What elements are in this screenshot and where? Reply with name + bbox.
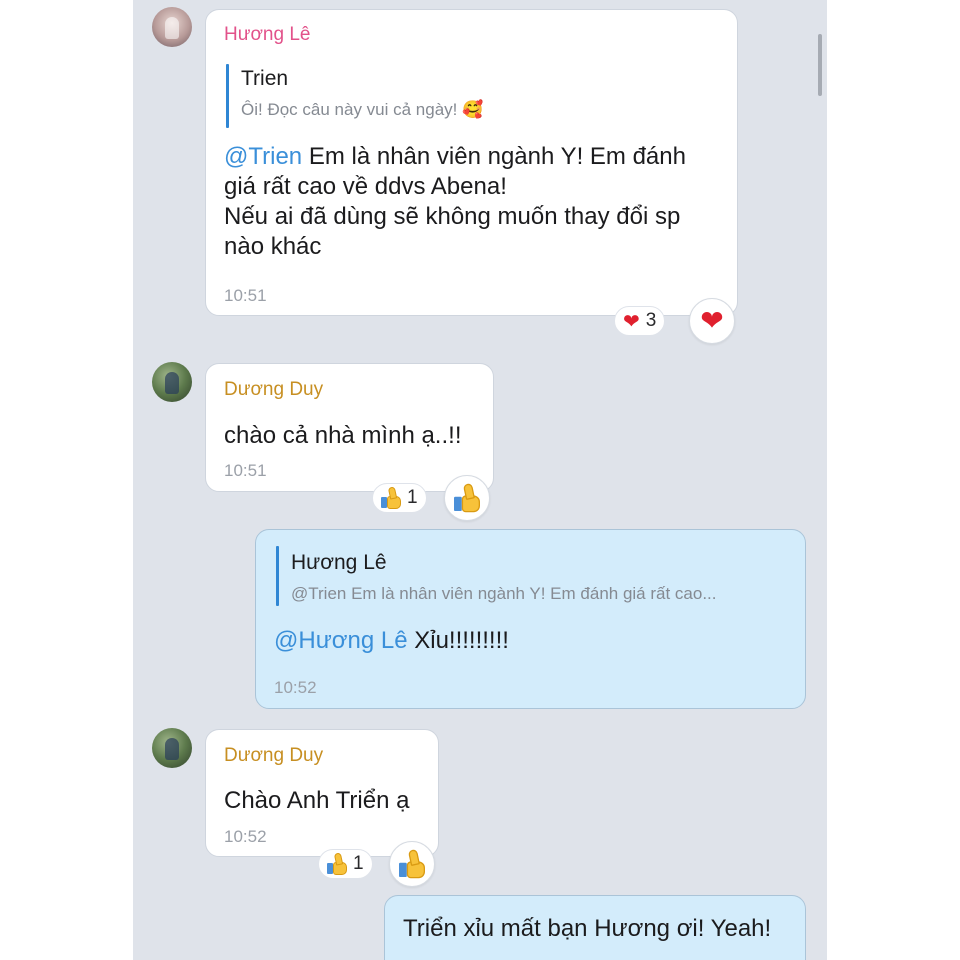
sender-name: Dương Duy	[224, 379, 324, 400]
message-bubble-outgoing[interactable]: Triển xỉu mất bạn Hương ơi! Yeah!	[384, 895, 806, 960]
reaction-count[interactable]: 1	[372, 483, 427, 513]
react-button[interactable]: ❤	[689, 298, 735, 344]
avatar[interactable]	[152, 728, 192, 768]
thumbs-up-icon	[327, 852, 347, 875]
quote-bar	[276, 546, 279, 606]
quote-author: Hương Lê	[291, 551, 387, 574]
heart-icon: ❤	[700, 304, 724, 337]
message-text: Chào Anh Triển ạ	[224, 787, 410, 814]
react-button[interactable]	[389, 841, 435, 887]
quote-author: Trien	[241, 67, 289, 90]
message-bubble[interactable]: Dương Duy chào cả nhà mình ạ..!! 10:51	[205, 363, 494, 492]
heart-icon: ❤	[623, 309, 640, 333]
message-time: 10:51	[224, 461, 267, 480]
thumbs-up-icon	[454, 482, 480, 513]
quote-bar	[226, 64, 229, 128]
mention-link[interactable]: @Trien	[224, 143, 302, 170]
message-bubble[interactable]: Dương Duy Chào Anh Triển ạ 10:52	[205, 729, 439, 857]
message-bubble-outgoing[interactable]: Hương Lê @Trien Em là nhân viên ngành Y!…	[255, 529, 806, 709]
message-time: 10:52	[224, 827, 267, 846]
thumbs-up-icon	[381, 486, 401, 509]
quote-text: Ôi! Đọc câu này vui cả ngày! 🥰	[241, 100, 484, 119]
message-text: @Hương Lê Xỉu!!!!!!!!!	[274, 627, 509, 654]
message-text: @Trien Em là nhân viên ngành Y! Em đánh …	[224, 143, 686, 260]
reaction-count[interactable]: 1	[318, 849, 373, 879]
react-button[interactable]	[444, 475, 490, 521]
reaction-count[interactable]: ❤ 3	[614, 306, 666, 336]
chat-panel[interactable]: Hương Lê Trien Ôi! Đọc câu này vui cả ng…	[133, 0, 827, 960]
mention-link[interactable]: @Hương Lê	[274, 627, 408, 654]
message-text: chào cả nhà mình ạ..!!	[224, 422, 462, 449]
message-bubble[interactable]: Hương Lê Trien Ôi! Đọc câu này vui cả ng…	[205, 9, 738, 316]
sender-name: Dương Duy	[224, 745, 324, 766]
avatar[interactable]	[152, 362, 192, 402]
quote-text: @Trien Em là nhân viên ngành Y! Em đánh …	[291, 584, 717, 603]
scrollbar[interactable]	[818, 34, 822, 96]
avatar[interactable]	[152, 7, 192, 47]
thumbs-up-icon	[399, 848, 425, 879]
message-text: Triển xỉu mất bạn Hương ơi! Yeah!	[403, 915, 772, 942]
message-time: 10:52	[274, 678, 317, 697]
sender-name: Hương Lê	[224, 24, 311, 45]
message-time: 10:51	[224, 286, 267, 305]
